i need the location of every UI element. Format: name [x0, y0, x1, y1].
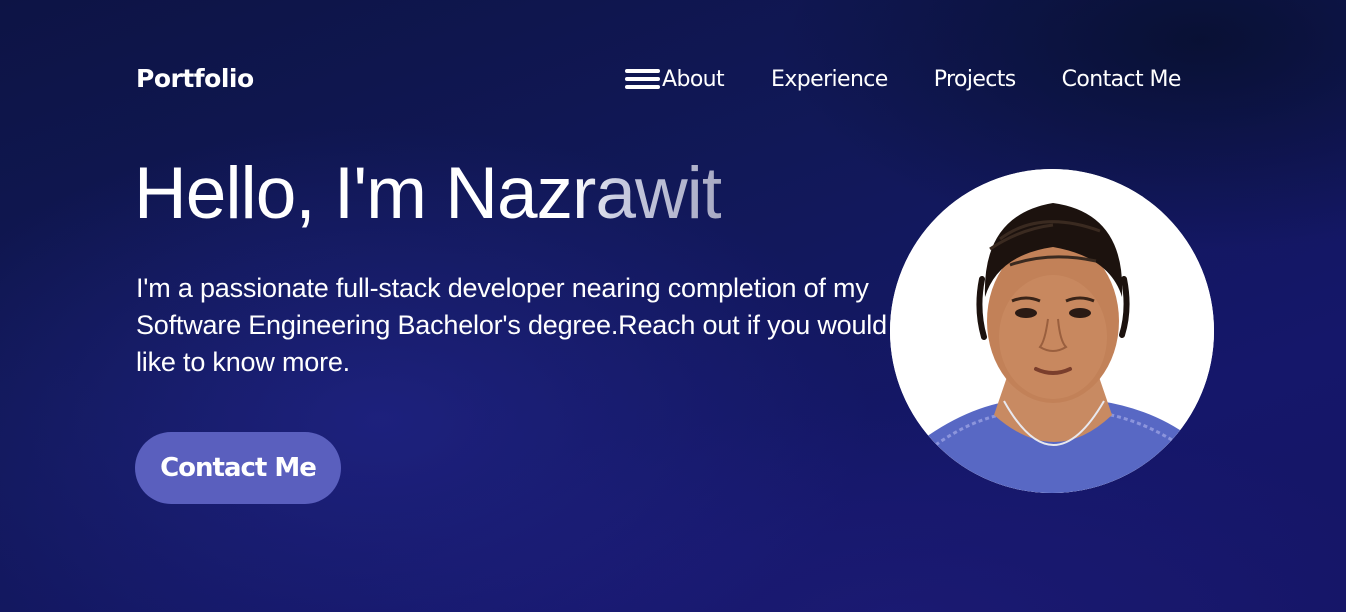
hero-description: I'm a passionate full-stack developer ne…: [136, 273, 887, 377]
nav-link-projects[interactable]: Projects: [934, 67, 1017, 92]
profile-photo: [890, 169, 1214, 493]
logo[interactable]: Portfolio: [136, 64, 254, 93]
hero-title-fading: rawit: [572, 153, 722, 234]
profile-photo-illustration: [890, 169, 1214, 493]
hero-title: Hello, I'm Nazrawit: [134, 152, 722, 235]
nav-link-contact-me[interactable]: Contact Me: [1062, 67, 1182, 92]
nav-link-about[interactable]: About: [662, 67, 725, 92]
nav-link-experience[interactable]: Experience: [771, 67, 888, 92]
hero-title-typed: Hello, I'm Naz: [134, 153, 573, 234]
hamburger-menu-icon[interactable]: [624, 66, 660, 92]
contact-me-button[interactable]: Contact Me: [135, 432, 341, 504]
main-nav: About Experience Projects Contact Me: [624, 64, 1181, 94]
